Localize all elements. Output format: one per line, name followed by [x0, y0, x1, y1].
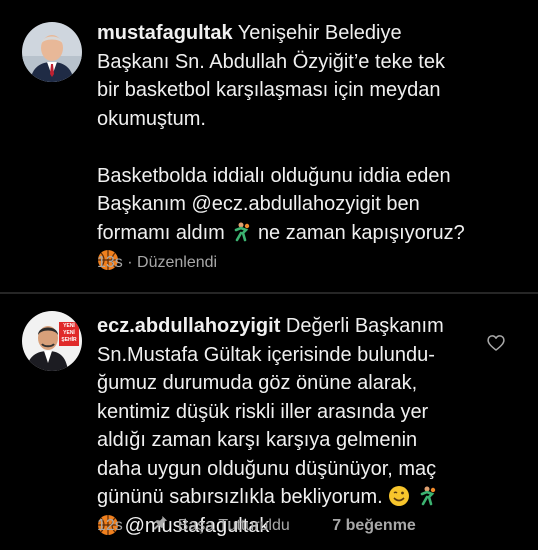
comment-text: mustafagultak Yenişehir Belediye Başkanı… [97, 19, 487, 276]
avatar-badge: YENİ YENİ ŞEHİR [59, 323, 79, 344]
comment-time: 13s [97, 254, 123, 271]
avatar[interactable] [22, 22, 82, 82]
comment-1: mustafagultak Yenişehir Belediye Başkanı… [0, 0, 538, 290]
comment-meta: 12s Başa Tutturuldu 7 beğenme [97, 515, 416, 535]
meta-separator: · [127, 254, 133, 271]
avatar-badge-text: YENİ [63, 323, 75, 329]
comment-line: Değerli Başkanım [285, 315, 444, 337]
comment-line: bir basketbol karşılaşması için meydan [97, 79, 441, 101]
comment-line: aldığı zaman karşı karşıya gelmenin [97, 429, 418, 451]
comment-text: ecz.abdullahozyigit Değerli Başkanım Sn.… [97, 312, 487, 540]
likes-count[interactable]: 7 beğenme [332, 517, 416, 535]
comment-line: Başkanım @ecz.abdullahozyigit ben [97, 193, 420, 215]
pin-icon [154, 515, 168, 530]
comment-meta: 13s · Düzenlendi [97, 254, 217, 272]
comment-2: YENİ YENİ ŞEHİR ecz.abdullahozyigit Değe… [0, 295, 538, 550]
heart-outline-icon[interactable] [486, 333, 506, 353]
comment-line: Basketbolda iddialı olduğunu iddia eden [97, 164, 451, 187]
avatar-badge-text: ŞEHİR [61, 337, 77, 343]
comment-line-blank [97, 133, 487, 162]
comment-username[interactable]: ecz.abdullahozyigit [97, 315, 280, 337]
edited-label[interactable]: Düzenlendi [137, 254, 217, 272]
comment-time: 12s [97, 516, 123, 534]
comment-line: okumuştum. [97, 107, 206, 130]
avatar[interactable]: YENİ YENİ ŞEHİR [22, 311, 82, 371]
comment-line: kentimiz düşük riskli iller arasında yer [97, 400, 429, 423]
divider [0, 292, 538, 294]
comment-line: Başkanı Sn. Abdullah Özyiğit’e teke tek [97, 50, 445, 73]
comment-line: gününü sabırsızlıkla bekliyorum. [97, 486, 383, 508]
comment-line: ğumuz durumuda göz önüne alarak, [97, 372, 418, 394]
pinned-label: Başa Tutturuldu [177, 516, 290, 534]
comment-line: Yenişehir Belediye [237, 22, 402, 44]
comment-line: formamı aldım [97, 221, 225, 244]
basketball-player-emoji [420, 486, 436, 506]
basketball-player-emoji [235, 222, 250, 241]
comment-username[interactable]: mustafagultak [97, 22, 233, 44]
comment-line: daha uygun olduğunu düşünüyor, maç [97, 457, 437, 480]
comment-line: Sn.Mustafa Gültak içerisinde bulundu- [97, 343, 435, 366]
comment-line: ne zaman kapışıyoruz? [257, 221, 465, 244]
winking-face-emoji [389, 486, 410, 506]
avatar-badge-text: YENİ [63, 330, 75, 336]
